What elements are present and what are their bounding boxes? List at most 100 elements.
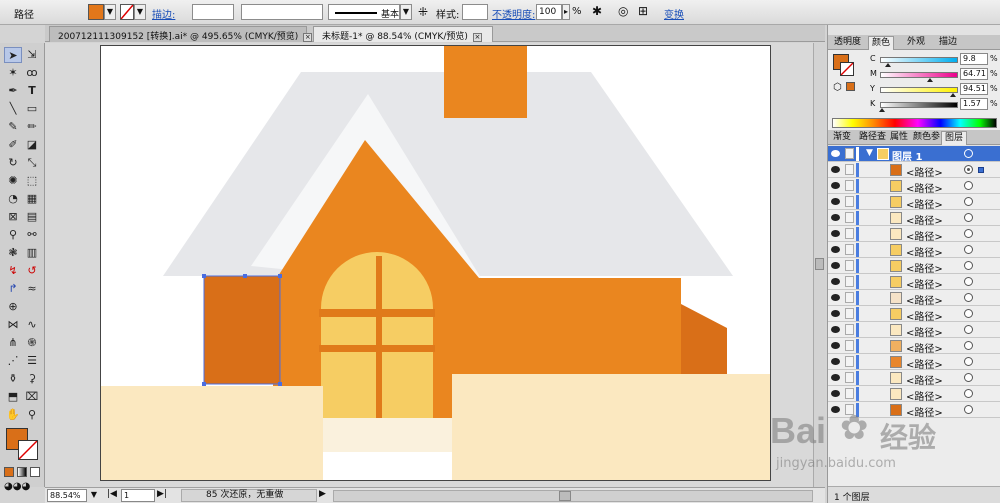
channel-slider[interactable] [879, 102, 958, 112]
tab-pathfinder[interactable]: 路径查 [856, 131, 889, 145]
visibility-eye-icon[interactable] [831, 246, 840, 253]
slider-handle[interactable] [879, 108, 886, 112]
draw-mode-icon[interactable]: ◕◕◕ [4, 481, 30, 492]
path-name[interactable]: <路径> [906, 276, 943, 291]
warp-tool-icon[interactable]: ✺ [4, 173, 22, 189]
artboard[interactable] [100, 45, 771, 481]
window-frame-bottom-bar[interactable] [319, 345, 435, 352]
lock-toggle[interactable] [845, 372, 854, 383]
target-circle-icon[interactable] [964, 325, 973, 334]
channel-value-input[interactable]: 1.57 [960, 98, 988, 110]
visibility-eye-icon[interactable] [831, 262, 840, 269]
tab-appearance[interactable]: 外观 [904, 36, 928, 50]
column-graph-tool-icon[interactable]: ▥ [23, 245, 41, 261]
eyedropper-tool-icon[interactable]: ⚲ [4, 227, 22, 243]
channel-slider[interactable] [880, 87, 958, 97]
scroll-thumb[interactable] [559, 491, 571, 501]
path-name[interactable]: <路径> [906, 244, 943, 259]
layer-path-row[interactable]: <路径> [828, 226, 1000, 243]
visibility-eye-icon[interactable] [831, 166, 840, 173]
layer-path-row[interactable]: <路径> [828, 162, 1000, 179]
tab-transparency[interactable]: 透明度 [831, 36, 864, 50]
lock-toggle[interactable] [845, 356, 854, 367]
target-circle-icon[interactable] [964, 309, 973, 318]
window-frame-vertical[interactable] [376, 256, 382, 424]
brush-dropdown[interactable]: ▼ [400, 4, 412, 20]
channel-slider[interactable] [880, 57, 958, 67]
layer-path-row[interactable]: <路径> [828, 290, 1000, 307]
opacity-dropdown[interactable]: ▸ [562, 4, 570, 20]
stroke-swatch[interactable] [120, 4, 134, 20]
color-mode-icon[interactable] [4, 467, 14, 477]
transform-link[interactable]: 变换 [664, 6, 684, 21]
globe-icon[interactable]: ⁜ [418, 5, 428, 19]
visibility-eye-icon[interactable] [831, 358, 840, 365]
live-paint-selection-tool-icon[interactable]: ⚳ [23, 371, 41, 387]
lock-toggle[interactable] [845, 180, 854, 191]
variable-width-field[interactable] [241, 4, 323, 20]
path-name[interactable]: <路径> [906, 164, 943, 179]
stroke-label[interactable]: 描边: [152, 6, 175, 21]
paintbrush-tool-icon[interactable]: ✎ [4, 119, 22, 135]
direct-selection-tool-icon[interactable]: ⇲ [23, 47, 41, 63]
rotate-tool-icon[interactable]: ↻ [4, 155, 22, 171]
target-circle-icon[interactable] [964, 373, 973, 382]
expand-triangle-icon[interactable]: ▼ [866, 148, 873, 158]
target-circle-icon[interactable] [964, 293, 973, 302]
line-tool-icon[interactable]: ╲ [4, 101, 22, 117]
style-swatch[interactable] [462, 4, 488, 20]
visibility-eye-icon[interactable] [831, 150, 840, 157]
knife-tool-icon[interactable]: ≈ [23, 281, 41, 297]
lock-toggle[interactable] [845, 324, 854, 335]
visibility-eye-icon[interactable] [831, 278, 840, 285]
tab-color-guide[interactable]: 颜色参 [910, 131, 943, 145]
stroke-dropdown[interactable]: ▼ [134, 4, 146, 20]
blend-tool-icon[interactable]: ⚯ [23, 227, 41, 243]
crop-tool-icon[interactable]: ⬒ [4, 389, 22, 405]
gradient-mode-icon[interactable] [17, 467, 27, 477]
channel-value-input[interactable]: 64.71 [960, 68, 988, 80]
lock-toggle[interactable] [845, 388, 854, 399]
visibility-eye-icon[interactable] [831, 294, 840, 301]
target-circle-icon[interactable] [964, 341, 973, 350]
layer-path-row[interactable]: <路径> [828, 258, 1000, 275]
tab-document-2[interactable]: 未标题-1* @ 88.54% (CMYK/预览) × [313, 26, 493, 42]
layer-row-layer-1[interactable]: ▼ 图层 1 [828, 146, 1000, 163]
layer-path-row[interactable]: <路径> [828, 354, 1000, 371]
next-page-icon[interactable]: ▶| [157, 489, 167, 499]
ground-right-shape[interactable] [452, 374, 770, 480]
magic-wand-tool-icon[interactable]: ✶ [4, 65, 22, 81]
bar-graph-tool-icon[interactable]: ☰ [23, 353, 41, 369]
first-page-icon[interactable]: |◀ [107, 489, 117, 499]
slider-handle[interactable] [927, 78, 934, 82]
lock-toggle[interactable] [845, 308, 854, 319]
visibility-eye-icon[interactable] [831, 198, 840, 205]
opacity-label[interactable]: 不透明度: [492, 6, 535, 21]
shaper-tool-icon[interactable]: ⋔ [4, 335, 22, 351]
canvas-area[interactable] [45, 43, 825, 487]
path-name[interactable]: <路径> [906, 372, 943, 387]
target-circle-icon[interactable] [964, 213, 973, 222]
layer-path-row[interactable]: <路径> [828, 370, 1000, 387]
ground-light-shape[interactable] [323, 418, 453, 452]
scissors-tool-icon[interactable]: ↱ [4, 281, 22, 297]
tab-gradient[interactable]: 渐变 [830, 131, 854, 145]
stroke-color-box[interactable] [18, 440, 38, 460]
slider-handle[interactable] [885, 63, 892, 67]
blob-brush-tool-icon[interactable]: ✐ [4, 137, 22, 153]
brush-definition-field[interactable]: 基本 [328, 4, 400, 20]
isolate-icon[interactable]: ◎ [618, 4, 628, 18]
visibility-eye-icon[interactable] [831, 374, 840, 381]
path-graph-tool-icon[interactable]: ⋰ [4, 353, 22, 369]
live-paint-tool-icon[interactable]: ⚱ [4, 371, 22, 387]
tab-stroke[interactable]: 描边 [936, 36, 960, 50]
page-field[interactable]: 1 [121, 489, 155, 502]
zoom-field[interactable]: 88.54% [47, 489, 87, 502]
panel-stroke-swatch[interactable] [840, 62, 854, 76]
target-circle-icon[interactable] [964, 165, 973, 174]
tab-document-1[interactable]: 200712111309152 [转换].ai* @ 495.65% (CMYK… [49, 26, 313, 42]
path-name[interactable]: <路径> [906, 292, 943, 307]
selection-handle[interactable] [202, 382, 206, 386]
layer-path-row[interactable]: <路径> [828, 322, 1000, 339]
status-menu-icon[interactable]: ▶ [319, 489, 326, 499]
